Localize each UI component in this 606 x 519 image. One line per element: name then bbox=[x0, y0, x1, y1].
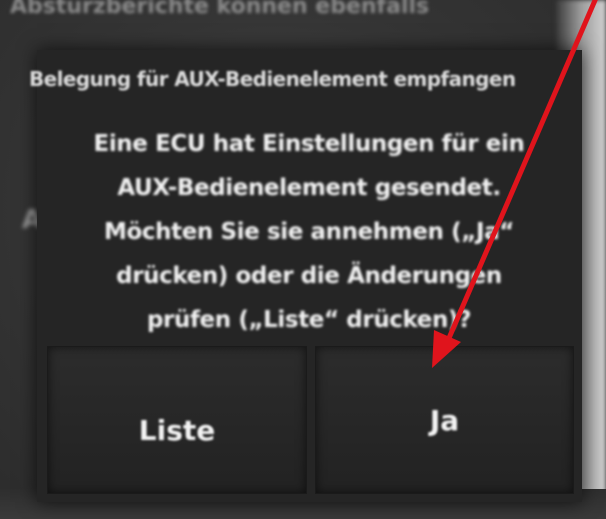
message-line: drücken) oder die Änderungen bbox=[116, 263, 502, 289]
ja-button[interactable]: Ja bbox=[315, 346, 574, 494]
message-line: AUX-Bedienelement gesendet. bbox=[117, 175, 501, 201]
dialog-title: Belegung für AUX-Bedienelement empfangen bbox=[29, 67, 516, 91]
dialog-button-row: Liste Ja bbox=[47, 346, 574, 494]
message-line: Möchten Sie sie annehmen („Ja“ bbox=[104, 219, 514, 245]
liste-button[interactable]: Liste bbox=[47, 346, 307, 494]
aux-assignment-dialog: Belegung für AUX-Bedienelement empfangen… bbox=[29, 50, 582, 502]
liste-button-label: Liste bbox=[138, 414, 216, 447]
background-header-text: Absturzberichte können ebenfalls bbox=[10, 0, 430, 19]
message-line: prüfen („Liste“ drücken)? bbox=[146, 307, 472, 333]
screen-photo: Absturzberichte können ebenfalls A Beleg… bbox=[0, 0, 606, 519]
message-line: Eine ECU hat Einstellungen für ein bbox=[93, 131, 525, 157]
dialog-message: Eine ECU hat Einstellungen für ein AUX-B… bbox=[49, 122, 569, 342]
ja-button-label: Ja bbox=[429, 404, 460, 437]
